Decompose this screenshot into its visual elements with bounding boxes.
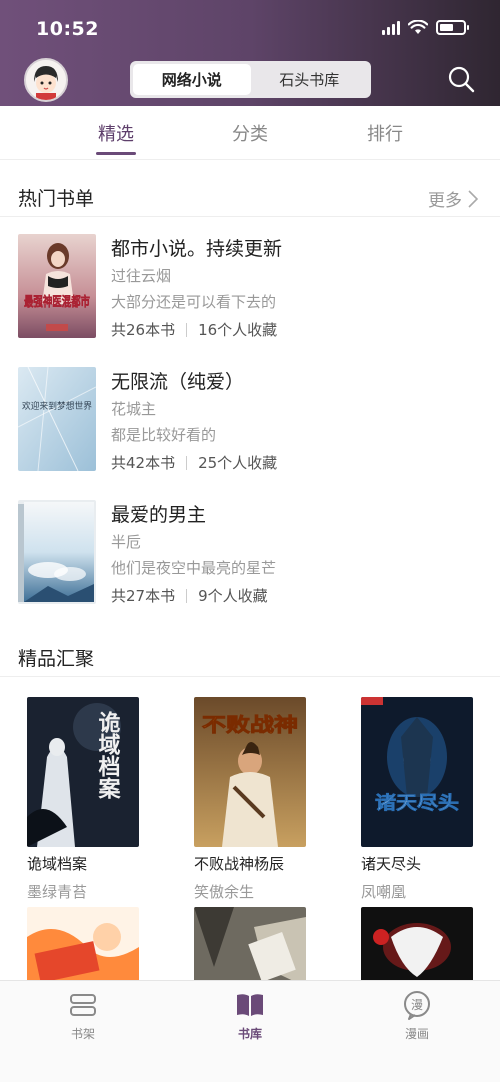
book-card[interactable]: 诸天尽头 诸天尽头 凤嘲凰 [361, 697, 481, 902]
booklist-author: 半卮 [111, 533, 142, 551]
hot-booklists-title: 热门书单 [18, 188, 95, 210]
booklist-author: 花城主 [111, 400, 157, 418]
svg-text:漫: 漫 [411, 998, 423, 1012]
book-author: 凤嘲凰 [361, 883, 407, 901]
booklist-title: 最爱的男主 [111, 504, 207, 526]
booklist-author: 过往云烟 [111, 267, 172, 285]
book-author: 墨绿青苔 [27, 883, 88, 901]
booklist-saves: 16个人收藏 [198, 321, 278, 339]
booklist-count: 共26本书 [111, 321, 176, 339]
nav-comics[interactable]: 漫 漫画 [377, 989, 457, 1042]
book-icon [237, 994, 263, 1016]
book-card[interactable]: 不败战神 不败战神杨辰 笑傲余生 [194, 697, 314, 902]
booklist-cover [18, 500, 96, 604]
app-header: 10:52 网络小说 石头书库 [0, 0, 500, 106]
wifi-icon [408, 20, 428, 34]
meta-separator [186, 322, 188, 337]
nav-bookshelf[interactable]: 书架 [43, 989, 123, 1042]
booklist-saves: 9个人收藏 [198, 587, 268, 605]
booklist-count: 共27本书 [111, 587, 176, 605]
battery-icon [436, 20, 469, 35]
book-author: 笑傲余生 [194, 883, 255, 901]
booklist-title: 都市小说。持续更新 [111, 238, 283, 260]
bottom-navigation: 书架 书库 漫 漫画 [0, 980, 500, 1082]
meta-separator [186, 455, 188, 470]
booklist-meta: 共26本书 16个人收藏 [111, 319, 277, 340]
booklist-description: 他们是夜空中最亮的星芒 [111, 559, 277, 577]
cover-title: 最强神医混都市 [24, 294, 90, 310]
book-cover: 不败战神 [194, 697, 306, 847]
cover-title: 欢迎来到梦想世界 [22, 400, 92, 412]
more-label: 更多 [428, 191, 462, 211]
bookshelf-icon [70, 994, 96, 1016]
booklist-description: 都是比较好看的 [111, 426, 217, 444]
booklist-count: 共42本书 [111, 454, 176, 472]
booklist-item[interactable]: 最爱的男主 半卮 他们是夜空中最亮的星芒 共27本书 9个人收藏 [0, 500, 500, 620]
segment-stone-library[interactable]: 石头书库 [251, 64, 369, 95]
nav-label: 漫画 [404, 1027, 429, 1041]
booklist-saves: 25个人收藏 [198, 454, 278, 472]
section-divider [0, 676, 500, 677]
booklist-cover: 欢迎来到梦想世界 [18, 367, 96, 471]
booklist-cover: 最强神医混都市 [18, 234, 96, 338]
booklist-meta: 共42本书 25个人收藏 [111, 452, 277, 473]
cover-title: 不败战神 [202, 713, 298, 736]
category-tabs: 精选 分类 排行 [0, 106, 500, 160]
booklist-title: 无限流（纯爱） [111, 371, 245, 393]
book-title: 诸天尽头 [361, 855, 422, 873]
book-card[interactable]: 诡域档案 诡域档案 墨绿青苔 [27, 697, 147, 902]
nav-label: 书架 [70, 1027, 95, 1041]
booklist-description: 大部分还是可以看下去的 [111, 293, 277, 311]
book-title: 诡域档案 [27, 855, 88, 873]
tab-rankings[interactable]: 排行 [345, 120, 425, 146]
search-icon[interactable] [446, 64, 476, 94]
book-cover: 诸天尽头 [361, 697, 473, 847]
user-avatar[interactable] [24, 58, 68, 102]
more-link[interactable]: 更多 [428, 186, 478, 211]
tab-featured[interactable]: 精选 [76, 120, 156, 146]
status-icons [382, 20, 469, 35]
featured-title: 精品汇聚 [18, 648, 95, 670]
cover-title: 诡域档案 [95, 710, 122, 799]
booklist-item[interactable]: 最强神医混都市 都市小说。持续更新 过往云烟 大部分还是可以看下去的 共26本书… [0, 234, 500, 354]
comic-icon: 漫 [404, 991, 430, 1020]
cover-title: 诸天尽头 [375, 792, 459, 814]
book-cover: 诡域档案 [27, 697, 139, 847]
section-divider [0, 216, 500, 217]
source-segmented-control: 网络小说 石头书库 [130, 61, 371, 98]
tab-categories[interactable]: 分类 [210, 120, 290, 146]
active-tab-indicator [96, 152, 136, 155]
segment-web-novel[interactable]: 网络小说 [133, 64, 251, 95]
booklist-meta: 共27本书 9个人收藏 [111, 585, 268, 606]
nav-library[interactable]: 书库 [210, 989, 290, 1042]
booklist-item[interactable]: 欢迎来到梦想世界 无限流（纯爱） 花城主 都是比较好看的 共42本书 25个人收… [0, 367, 500, 487]
nav-label: 书库 [237, 1027, 262, 1041]
chevron-right-icon [468, 189, 478, 208]
meta-separator [186, 588, 188, 603]
status-time: 10:52 [36, 18, 99, 40]
book-title: 不败战神杨辰 [194, 855, 285, 873]
signal-icon [382, 20, 400, 35]
